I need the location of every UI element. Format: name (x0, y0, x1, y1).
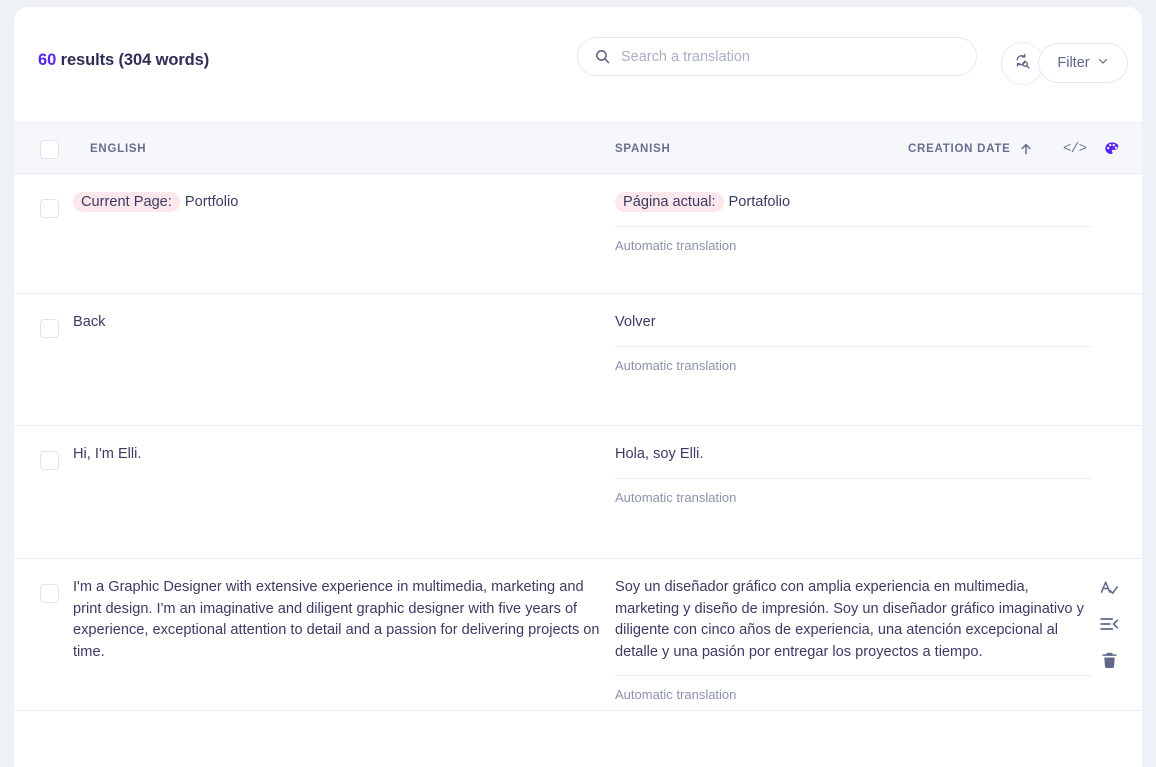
table-row[interactable]: I'm a Graphic Designer with extensive ex… (14, 559, 1142, 711)
target-cell[interactable]: Hola, soy Elli. Automatic translation (615, 444, 1091, 505)
target-text-field[interactable]: Hola, soy Elli. (615, 444, 1091, 479)
source-cell: I'm a Graphic Designer with extensive ex… (73, 577, 601, 663)
column-label-creation-date: CREATION DATE (908, 143, 1011, 155)
toolbar: 60 results (304 words) Search a translat… (14, 7, 1142, 122)
delete-icon[interactable] (1098, 649, 1120, 671)
row-checkbox[interactable] (40, 199, 59, 218)
target-text: Portafolio (728, 194, 791, 210)
target-cell[interactable]: Soy un diseñador gráfico con amplia expe… (615, 577, 1091, 702)
filter-button[interactable]: Filter (1038, 43, 1128, 83)
table-header-actions: </> (1063, 123, 1120, 175)
target-text-field[interactable]: Página actual: Portafolio (615, 192, 1091, 227)
table-row[interactable]: Current Page: Portfolio Página actual: Por… (14, 174, 1142, 294)
spellcheck-icon[interactable] (1098, 577, 1120, 599)
results-label: results (304 words) (56, 51, 210, 69)
source-tag: Current Page: (73, 192, 180, 212)
table-row[interactable]: Back Volver Automatic translation (14, 294, 1142, 426)
table-row[interactable] (14, 711, 1142, 767)
search-input[interactable] (621, 48, 962, 65)
source-text: Portfolio (184, 194, 239, 210)
search-icon (594, 48, 611, 65)
target-text-field[interactable]: Soy un diseñador gráfico con amplia expe… (615, 577, 1091, 676)
source-cell: Hi, I'm Elli. (73, 444, 601, 466)
source-text: Hi, I'm Elli. (73, 446, 142, 462)
arrow-up-icon[interactable] (1019, 142, 1033, 156)
filter-button-label: Filter (1057, 55, 1090, 71)
shorten-text-icon[interactable] (1098, 613, 1120, 635)
column-label-english: ENGLISH (90, 143, 147, 155)
palette-icon[interactable] (1104, 141, 1120, 157)
target-text: Soy un diseñador gráfico con amplia expe… (615, 579, 1084, 660)
table-row[interactable]: Hi, I'm Elli. Hola, soy Elli. Automatic … (14, 426, 1142, 559)
results-count: 60 (38, 51, 57, 69)
search-box[interactable] (577, 37, 977, 76)
select-all-checkbox[interactable] (40, 140, 59, 159)
row-action-buttons (1098, 577, 1120, 671)
row-checkbox[interactable] (40, 319, 59, 338)
row-checkbox[interactable] (40, 451, 59, 470)
translation-source-label: Automatic translation (615, 237, 737, 253)
column-header-spanish[interactable]: SPANISH (615, 123, 671, 175)
translations-card: 60 results (304 words) Search a translat… (14, 7, 1142, 767)
translation-source-label: Automatic translation (615, 357, 737, 373)
target-cell[interactable]: Volver Automatic translation (615, 312, 1091, 373)
target-text: Volver (615, 314, 656, 330)
source-text: Back (73, 314, 106, 330)
column-header-english[interactable]: ENGLISH (90, 123, 146, 175)
column-header-creation-date[interactable]: CREATION DATE (908, 123, 1033, 175)
column-label-spanish: SPANISH (615, 143, 671, 155)
results-summary: 60 results (304 words) (38, 51, 209, 70)
source-text: I'm a Graphic Designer with extensive ex… (73, 579, 600, 660)
row-checkbox[interactable] (40, 584, 59, 603)
search-refresh-icon (1014, 53, 1031, 75)
code-icon[interactable]: </> (1063, 141, 1087, 157)
target-text: Hola, soy Elli. (615, 446, 704, 462)
translation-source-label: Automatic translation (615, 489, 737, 505)
chevron-down-icon (1097, 54, 1109, 72)
target-cell[interactable]: Página actual: Portafolio Automatic trans… (615, 192, 1091, 253)
source-cell: Current Page: Portfolio (73, 192, 601, 214)
source-cell: Back (73, 312, 601, 334)
target-tag: Página actual: (615, 192, 724, 212)
target-text-field[interactable]: Volver (615, 312, 1091, 347)
table-header: ENGLISH SPANISH CREATION DATE </> (14, 122, 1142, 174)
translation-source-label: Automatic translation (615, 687, 737, 702)
